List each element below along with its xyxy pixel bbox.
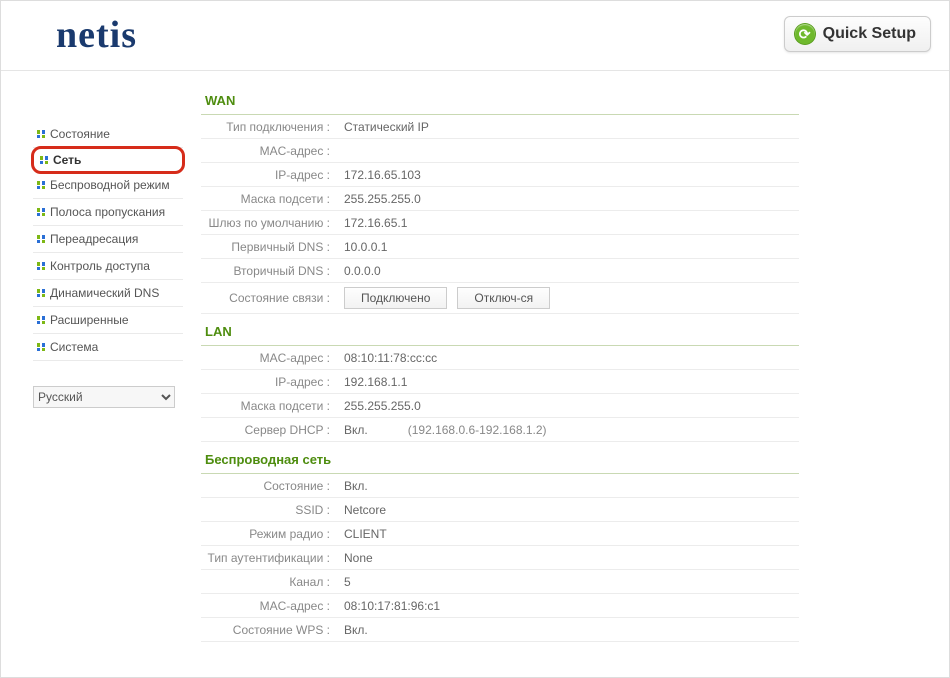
sidebar-item-forwarding[interactable]: Переадресация (33, 226, 183, 253)
language-selector: Русский (33, 386, 183, 408)
sidebar-item-status[interactable]: Состояние (33, 121, 183, 148)
lan-ip-label: IP-адрес : (201, 371, 336, 393)
wlan-radio-value: CLIENT (336, 523, 799, 545)
wlan-auth-value: None (336, 547, 799, 569)
wan-dns1-value: 10.0.0.1 (336, 236, 799, 258)
wan-dns2-value: 0.0.0.0 (336, 260, 799, 282)
main-content: WAN Тип подключения :Статический IP MAC-… (191, 71, 949, 677)
wan-ip-value: 172.16.65.103 (336, 164, 799, 186)
wlan-auth-label: Тип аутентификации : (201, 547, 336, 569)
wan-title: WAN (201, 87, 799, 115)
lan-dhcp-state: Вкл. (344, 423, 368, 437)
quick-setup-button[interactable]: ⟳ Quick Setup (784, 16, 931, 52)
sidebar-item-access[interactable]: Контроль доступа (33, 253, 183, 280)
refresh-icon: ⟳ (795, 24, 815, 44)
menu-icon (37, 130, 45, 138)
wlan-wps-value: Вкл. (336, 619, 799, 641)
wan-conntype-value: Статический IP (336, 116, 799, 138)
menu-icon (37, 235, 45, 243)
wan-gateway-label: Шлюз по умолчанию : (201, 212, 336, 234)
sidebar-item-network[interactable]: Сеть (31, 146, 185, 174)
sidebar-item-system[interactable]: Система (33, 334, 183, 361)
language-dropdown[interactable]: Русский (33, 386, 175, 408)
header: netis ⟳ Quick Setup (1, 1, 949, 71)
lan-mac-label: MAC-адрес : (201, 347, 336, 369)
sidebar-item-bandwidth[interactable]: Полоса пропускания (33, 199, 183, 226)
wlan-mac-value: 08:10:17:81:96:c1 (336, 595, 799, 617)
connect-button[interactable]: Подключено (344, 287, 447, 309)
lan-dhcp-range: (192.168.0.6-192.168.1.2) (408, 423, 547, 437)
wlan-mac-label: MAC-адрес : (201, 595, 336, 617)
lan-title: LAN (201, 318, 799, 346)
wlan-ssid-label: SSID : (201, 499, 336, 521)
sidebar: Состояние Сеть Беспроводной режим Полоса… (1, 71, 191, 677)
wan-mask-label: Маска подсети : (201, 188, 336, 210)
sidebar-item-wireless[interactable]: Беспроводной режим (33, 172, 183, 199)
wlan-title: Беспроводная сеть (201, 446, 799, 474)
wan-mac-label: MAC-адрес : (201, 140, 336, 162)
menu-icon (37, 208, 45, 216)
wlan-state-label: Состояние : (201, 475, 336, 497)
wlan-ssid-value: Netcore (336, 499, 799, 521)
wan-gateway-value: 172.16.65.1 (336, 212, 799, 234)
disconnect-button[interactable]: Отключ-ся (457, 287, 550, 309)
lan-ip-value: 192.168.1.1 (336, 371, 799, 393)
menu-icon (37, 343, 45, 351)
wan-conntype-label: Тип подключения : (201, 116, 336, 138)
lan-mask-label: Маска подсети : (201, 395, 336, 417)
wan-link-label: Состояние связи : (201, 287, 336, 309)
wlan-wps-label: Состояние WPS : (201, 619, 336, 641)
wlan-state-value: Вкл. (336, 475, 799, 497)
wlan-radio-label: Режим радио : (201, 523, 336, 545)
lan-mask-value: 255.255.255.0 (336, 395, 799, 417)
wlan-channel-label: Канал : (201, 571, 336, 593)
wan-dns1-label: Первичный DNS : (201, 236, 336, 258)
menu-icon (37, 262, 45, 270)
wan-mask-value: 255.255.255.0 (336, 188, 799, 210)
brand-logo: netis (56, 13, 137, 57)
sidebar-item-ddns[interactable]: Динамический DNS (33, 280, 183, 307)
wan-ip-label: IP-адрес : (201, 164, 336, 186)
wlan-channel-value: 5 (336, 571, 799, 593)
menu-icon (37, 181, 45, 189)
wan-dns2-label: Вторичный DNS : (201, 260, 336, 282)
sidebar-item-advanced[interactable]: Расширенные (33, 307, 183, 334)
wan-mac-value (336, 147, 799, 155)
menu-icon (37, 316, 45, 324)
lan-dhcp-label: Сервер DHCP : (201, 419, 336, 441)
lan-mac-value: 08:10:11:78:cc:cc (336, 347, 799, 369)
menu-icon (37, 289, 45, 297)
menu-icon (40, 156, 48, 164)
quick-setup-label: Quick Setup (823, 25, 916, 43)
